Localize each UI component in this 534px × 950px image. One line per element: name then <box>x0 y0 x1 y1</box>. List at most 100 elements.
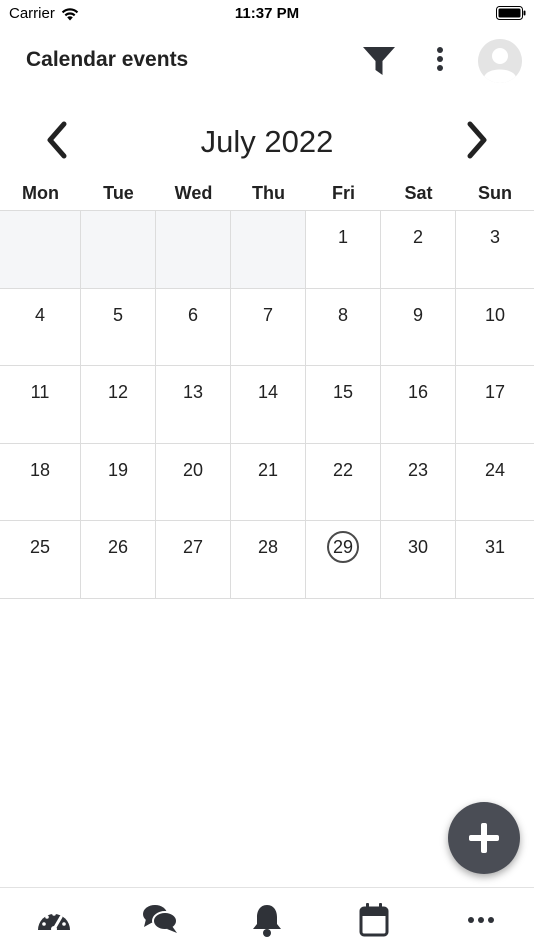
day-number: 20 <box>182 459 204 480</box>
day-number: 4 <box>34 304 45 325</box>
calendar-day[interactable]: 31 <box>456 521 534 598</box>
calendar-day[interactable]: 15 <box>306 366 381 443</box>
more-vertical-icon <box>437 47 443 71</box>
day-number: 8 <box>337 304 348 325</box>
day-number: 11 <box>30 382 50 402</box>
bell-icon <box>253 905 281 937</box>
calendar-day[interactable]: 10 <box>456 289 534 366</box>
calendar-day[interactable]: 20 <box>156 443 231 520</box>
day-number: 26 <box>107 537 129 557</box>
day-number: 22 <box>332 459 354 480</box>
calendar-day[interactable]: 23 <box>381 443 456 520</box>
weekday-label: Wed <box>174 183 213 203</box>
tab-chat[interactable] <box>140 902 180 938</box>
day-number: 5 <box>112 304 123 325</box>
calendar-day[interactable]: 13 <box>156 366 231 443</box>
calendar-day[interactable]: 27 <box>156 521 231 598</box>
calendar-day[interactable]: 6 <box>156 288 231 365</box>
calendar-empty-cell <box>231 211 306 288</box>
day-number: 18 <box>29 459 51 480</box>
tab-notifications[interactable] <box>247 902 287 938</box>
calendar-day[interactable]: 16 <box>381 366 456 443</box>
calendar-week-row: 25 26 27 28 29 30 31 <box>0 521 534 599</box>
calendar-day[interactable]: 19 <box>81 443 156 520</box>
calendar-day[interactable]: 12 <box>81 366 156 443</box>
day-number: 31 <box>484 537 506 557</box>
chevron-right-icon <box>467 121 487 159</box>
calendar-icon <box>359 903 389 937</box>
app-header: Calendar events <box>0 36 534 88</box>
calendar-day[interactable]: 24 <box>456 444 534 521</box>
day-number: 16 <box>407 382 429 402</box>
page-title: Calendar events <box>26 48 189 71</box>
tab-dashboard[interactable] <box>34 902 74 938</box>
calendar-day[interactable]: 5 <box>81 288 156 365</box>
calendar-week-row: 4 5 6 7 8 9 10 <box>0 288 534 366</box>
weekday-label: Fri <box>331 183 355 203</box>
status-time: 11:37 PM <box>234 5 300 22</box>
day-number: 23 <box>407 459 429 480</box>
tab-calendar[interactable] <box>354 902 394 938</box>
day-number: 29 <box>332 537 354 557</box>
filter-icon <box>363 47 395 75</box>
calendar-day[interactable]: 25 <box>0 521 81 598</box>
calendar-day[interactable]: 7 <box>231 288 306 365</box>
next-month-button[interactable] <box>458 118 494 164</box>
bottom-tab-bar <box>0 887 534 950</box>
calendar-day[interactable]: 18 <box>0 443 81 520</box>
month-title: July 2022 <box>200 124 334 159</box>
dashboard-icon <box>38 912 70 932</box>
month-navigation: July 2022 <box>0 112 534 170</box>
calendar-day[interactable]: 14 <box>231 366 306 443</box>
add-event-button[interactable] <box>448 802 520 874</box>
day-number: 28 <box>257 537 279 557</box>
calendar-week-row: 18 19 20 21 22 23 24 <box>0 443 534 521</box>
day-number: 9 <box>412 304 423 325</box>
day-number: 2 <box>412 227 423 247</box>
day-number: 1 <box>337 227 348 247</box>
weekday-label: Thu <box>252 183 285 203</box>
day-number: 25 <box>29 537 51 557</box>
battery-icon <box>496 6 526 20</box>
day-number: 30 <box>407 537 429 557</box>
avatar[interactable] <box>478 39 522 83</box>
day-number: 21 <box>257 459 279 480</box>
calendar-day[interactable]: 17 <box>456 366 534 443</box>
calendar-day[interactable]: 30 <box>381 521 456 598</box>
day-number: 24 <box>484 459 506 480</box>
calendar-week-row: 1 2 3 <box>0 211 534 289</box>
calendar-day[interactable]: 21 <box>231 443 306 520</box>
calendar-week-row: 11 12 13 14 15 16 17 <box>0 366 534 444</box>
weekday-label: Tue <box>103 183 134 203</box>
calendar-empty-cell <box>156 211 231 288</box>
day-number: 19 <box>107 459 129 480</box>
calendar-day[interactable]: 22 <box>306 443 381 520</box>
calendar-day[interactable]: 26 <box>81 521 156 598</box>
calendar-day[interactable]: 1 <box>306 211 381 288</box>
filter-button[interactable] <box>362 44 396 78</box>
day-number: 13 <box>182 382 204 402</box>
weekday-header-row: Mon Tue Wed Thu Fri Sat Sun <box>0 180 534 210</box>
day-number: 3 <box>489 227 500 247</box>
chat-icon <box>143 905 178 933</box>
plus-icon <box>469 823 499 853</box>
day-number: 12 <box>107 382 129 402</box>
calendar-day[interactable]: 11 <box>0 366 81 443</box>
calendar-day[interactable]: 3 <box>456 211 534 288</box>
day-number: 17 <box>484 382 506 402</box>
calendar-day[interactable]: 8 <box>306 288 381 365</box>
more-options-button[interactable] <box>428 44 452 78</box>
day-number: 15 <box>332 382 354 402</box>
calendar-day[interactable]: 9 <box>381 288 456 365</box>
calendar-day[interactable]: 2 <box>381 211 456 288</box>
day-number: 10 <box>484 304 506 325</box>
day-number: 27 <box>182 537 204 557</box>
calendar-day[interactable]: 4 <box>0 288 81 365</box>
weekday-label: Sat <box>404 183 433 203</box>
calendar-day[interactable]: 28 <box>231 521 306 598</box>
weekday-label: Sun <box>478 183 512 203</box>
weekday-label: Mon <box>22 183 59 203</box>
calendar-day-today[interactable]: 29 <box>306 521 381 598</box>
tab-more[interactable] <box>461 902 501 938</box>
calendar-empty-cell <box>0 211 81 288</box>
